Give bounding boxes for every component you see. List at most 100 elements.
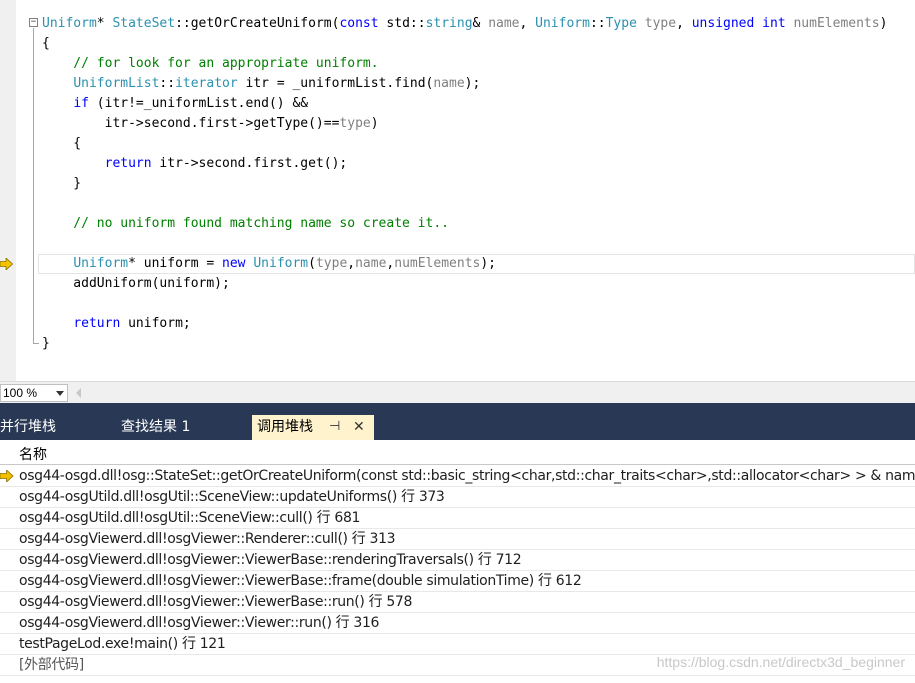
tab-find-results[interactable]: 查找结果 1 xyxy=(121,415,231,440)
code-token: itr->second.first.get(); xyxy=(151,156,348,171)
table-row[interactable]: osg44-osgUtild.dll!osgUtil::SceneView::c… xyxy=(0,508,915,529)
code-line[interactable]: } xyxy=(42,334,50,354)
stack-frame-text: osg44-osgUtild.dll!osgUtil::SceneView::u… xyxy=(19,489,445,505)
pin-icon[interactable]: ⊣ xyxy=(329,414,340,439)
table-row[interactable]: osg44-osgUtild.dll!osgUtil::SceneView::u… xyxy=(0,487,915,508)
tool-window-tab-strip: 并行堆栈 查找结果 1 调用堆栈 ⊣ ✕ xyxy=(0,403,915,440)
code-token: int xyxy=(762,16,786,31)
call-stack-window: 名称 osg44-osgd.dll!osg::StateSet::getOrCr… xyxy=(0,440,915,683)
code-line[interactable]: // no uniform found matching name so cre… xyxy=(42,214,449,234)
table-row[interactable]: osg44-osgd.dll!osg::StateSet::getOrCreat… xyxy=(0,466,915,487)
tab-label: 查找结果 1 xyxy=(121,419,191,435)
code-line[interactable]: return itr->second.first.get(); xyxy=(42,154,348,174)
code-token: , xyxy=(676,16,692,31)
code-token: { xyxy=(42,136,82,151)
table-row[interactable]: testPageLod.exe!main() 行 121 xyxy=(0,634,915,655)
code-line[interactable]: if (itr!=_uniformList.end() && xyxy=(42,94,308,114)
code-line[interactable]: itr->second.first->getType()==type) xyxy=(42,114,379,134)
zoom-dropdown[interactable]: 100 % xyxy=(0,384,68,402)
outline-guide-end xyxy=(33,343,39,344)
code-line[interactable]: UniformList::iterator itr = _uniformList… xyxy=(42,74,480,94)
outline-margin xyxy=(16,0,38,381)
zoom-value: 100 % xyxy=(3,386,38,400)
column-header-label: 名称 xyxy=(19,447,47,463)
stack-frame-text: osg44-osgUtild.dll!osgUtil::SceneView::c… xyxy=(19,510,361,526)
code-token: Type xyxy=(605,16,637,31)
tab-parallel-stacks[interactable]: 并行堆栈 xyxy=(0,415,110,440)
code-token: type xyxy=(339,116,371,131)
code-token: ); xyxy=(464,76,481,91)
code-token: type xyxy=(644,16,677,31)
stack-frame-text: osg44-osgViewerd.dll!osgViewer::Viewer::… xyxy=(19,615,380,631)
code-token: unsigned xyxy=(691,16,755,31)
code-token: } xyxy=(42,336,50,351)
current-statement-arrow-icon xyxy=(0,258,13,270)
code-token: itr = _uniformList.find( xyxy=(237,76,434,91)
code-token: { xyxy=(42,36,50,51)
code-token: , xyxy=(519,16,536,31)
code-line[interactable]: Uniform* uniform = new Uniform(type,name… xyxy=(42,254,496,274)
code-token: * xyxy=(96,16,113,31)
code-token: // no uniform found matching name so cre… xyxy=(42,216,449,231)
code-token: numElements xyxy=(793,16,880,31)
code-token: type xyxy=(315,256,348,271)
stack-frame-text: osg44-osgViewerd.dll!osgViewer::ViewerBa… xyxy=(19,573,582,589)
stack-frame-text: osg44-osgViewerd.dll!osgViewer::ViewerBa… xyxy=(19,552,522,568)
code-token: const xyxy=(339,16,379,31)
code-token: name xyxy=(488,16,520,31)
code-token: return xyxy=(73,316,121,331)
code-line[interactable]: Uniform* StateSet::getOrCreateUniform(co… xyxy=(42,14,887,34)
code-token: new xyxy=(222,256,246,271)
column-header-name[interactable]: 名称 xyxy=(0,440,915,465)
code-line[interactable]: { xyxy=(42,34,50,54)
table-row[interactable]: osg44-osgViewerd.dll!osgViewer::ViewerBa… xyxy=(0,550,915,571)
code-token: & xyxy=(472,16,489,31)
tab-label: 并行堆栈 xyxy=(0,419,56,435)
code-token: ::getOrCreateUniform( xyxy=(175,16,340,31)
table-row[interactable]: osg44-osgViewerd.dll!osgViewer::ViewerBa… xyxy=(0,571,915,592)
code-token: ) xyxy=(370,116,379,131)
code-token: Uniform xyxy=(42,16,97,31)
code-token: addUniform(uniform); xyxy=(42,276,230,291)
tab-call-stack[interactable]: 调用堆栈 ⊣ ✕ xyxy=(252,415,374,440)
code-token: std:: xyxy=(378,16,426,31)
stack-frame-text: [外部代码] xyxy=(19,657,84,673)
close-icon[interactable]: ✕ xyxy=(353,415,365,440)
code-token: uniform; xyxy=(120,316,191,331)
code-token: :: xyxy=(589,16,606,31)
table-row[interactable]: osg44-osgViewerd.dll!osgViewer::Renderer… xyxy=(0,529,915,550)
code-line[interactable]: // for look for an appropriate uniform. xyxy=(42,54,379,74)
table-row[interactable]: osg44-osgViewerd.dll!osgViewer::ViewerBa… xyxy=(0,592,915,613)
code-token: :: xyxy=(159,76,176,91)
code-line[interactable]: return uniform; xyxy=(42,314,191,334)
scroll-left-arrow-icon[interactable] xyxy=(76,388,81,398)
current-frame-arrow-icon xyxy=(0,470,14,482)
code-token: return xyxy=(104,156,152,171)
collapse-toggle[interactable]: − xyxy=(29,18,38,27)
code-line[interactable]: { xyxy=(42,134,81,154)
stack-frame-text: osg44-osgViewerd.dll!osgViewer::ViewerBa… xyxy=(19,594,413,610)
code-token: } xyxy=(42,176,82,191)
chevron-down-icon[interactable] xyxy=(56,391,64,396)
indicator-margin[interactable] xyxy=(0,0,16,381)
code-token: Uniform xyxy=(253,256,309,271)
code-line[interactable]: } xyxy=(42,174,81,194)
table-row[interactable]: osg44-osgViewerd.dll!osgViewer::Viewer::… xyxy=(0,613,915,634)
code-token: , xyxy=(347,256,356,271)
stack-frame-text: testPageLod.exe!main() 行 121 xyxy=(19,636,226,652)
code-token: // for look for an appropriate uniform. xyxy=(42,56,379,71)
tab-label: 调用堆栈 xyxy=(257,419,313,435)
code-token: ) xyxy=(879,16,888,31)
code-token: numElements xyxy=(394,256,481,271)
code-token: string xyxy=(425,16,473,31)
code-token: ( xyxy=(308,256,316,271)
code-token: (itr!=_uniformList.end() && xyxy=(88,96,309,111)
code-editor[interactable]: − Uniform* StateSet::getOrCreateUniform(… xyxy=(0,0,915,381)
code-line[interactable]: addUniform(uniform); xyxy=(42,274,230,294)
stack-frame-text: osg44-osgViewerd.dll!osgViewer::Renderer… xyxy=(19,531,396,547)
